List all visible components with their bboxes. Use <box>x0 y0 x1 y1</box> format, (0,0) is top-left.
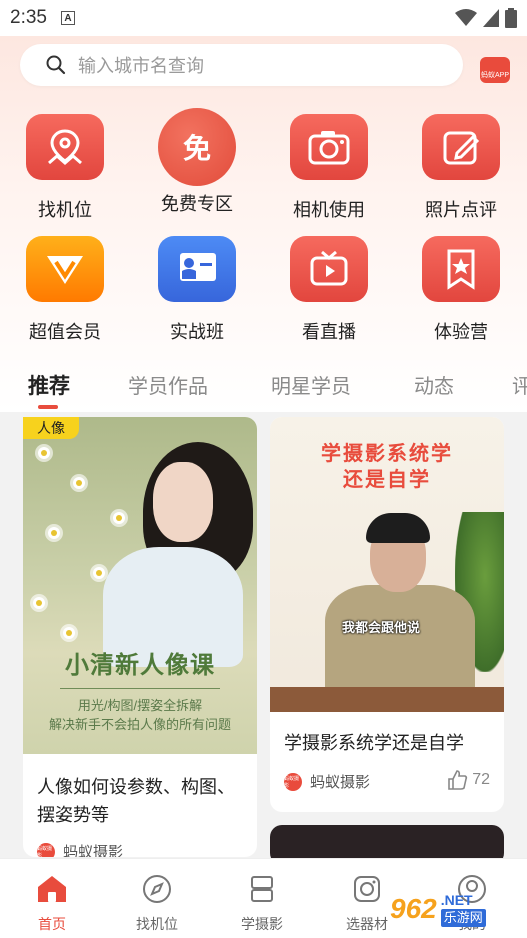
grid-label: 实战班 <box>170 322 224 342</box>
brand-logo[interactable]: 蚂蚁APP <box>480 57 510 83</box>
bookmark-star-icon <box>422 236 500 302</box>
battery-icon <box>505 8 517 28</box>
tab-updates[interactable]: 动态 <box>414 370 454 399</box>
video-cover-image: 学摄影系统学 还是自学 我都会跟他说 <box>270 417 504 712</box>
watermark-cn: 乐游网 <box>440 909 486 927</box>
status-bar: 2:35 A <box>0 0 527 36</box>
like-count: 72 <box>472 771 490 788</box>
grid-item-photo-review[interactable]: 照片点评 <box>406 114 516 222</box>
nav-learn[interactable]: 学摄影 <box>222 873 302 934</box>
cover-title: 学摄影系统学 <box>321 443 453 465</box>
card-author[interactable]: 蚂蚁摄影 蚂蚁摄影 <box>37 841 123 857</box>
cover-subtitle: 用光/构图/摆姿全拆解 <box>77 698 203 713</box>
watermark-number: 962 <box>390 893 437 924</box>
grid-label: 免费专区 <box>161 194 233 214</box>
map-pin-icon <box>26 114 104 180</box>
nav-label: 找机位 <box>136 916 178 932</box>
signal-icon <box>483 9 499 27</box>
tab-indicator <box>38 405 58 409</box>
status-icons <box>455 8 517 28</box>
author-avatar: 蚂蚁摄影 <box>37 842 55 857</box>
feed-card-portrait-course[interactable]: 小清新人像课 用光/构图/摆姿全拆解 解决新手不会拍人像的所有问题 人像如何设参… <box>23 417 257 857</box>
edit-note-icon <box>422 114 500 180</box>
tab-reviews[interactable]: 评 <box>512 370 527 399</box>
author-avatar: 蚂蚁摄影 <box>284 772 302 791</box>
search-placeholder: 输入城市名查询 <box>78 56 204 76</box>
home-icon <box>38 876 66 902</box>
free-badge-text: 免 <box>182 133 211 164</box>
book-stack-icon <box>251 876 273 902</box>
grid-label: 体验营 <box>434 322 488 342</box>
cover-title: 小清新人像课 <box>65 652 215 679</box>
camera-icon <box>290 114 368 180</box>
author-name: 蚂蚁摄影 <box>63 844 124 857</box>
category-tag: 人像 <box>23 417 79 439</box>
nav-home[interactable]: 首页 <box>12 873 92 934</box>
grid-label: 相机使用 <box>293 200 365 220</box>
free-badge-icon: 免 <box>158 108 236 186</box>
grid-item-practice-class[interactable]: 实战班 <box>142 236 252 344</box>
author-name: 蚂蚁摄影 <box>310 774 371 791</box>
grid-item-live[interactable]: 看直播 <box>274 236 384 344</box>
search-icon <box>46 55 66 75</box>
grid-item-camera-use[interactable]: 相机使用 <box>274 114 384 222</box>
brand-logo-text: 蚂蚁APP <box>480 72 509 79</box>
portrait-cover-image: 小清新人像课 用光/构图/摆姿全拆解 解决新手不会拍人像的所有问题 <box>23 417 257 754</box>
card-author[interactable]: 蚂蚁摄影 蚂蚁摄影 <box>284 771 370 792</box>
wifi-icon <box>455 9 477 26</box>
card-title: 学摄影系统学还是自学 <box>284 733 464 753</box>
nav-label: 学摄影 <box>241 916 283 932</box>
grid-item-free-zone[interactable]: 免 免费专区 <box>142 108 252 216</box>
grid-item-trial-camp[interactable]: 体验营 <box>406 236 516 344</box>
grid-label: 超值会员 <box>29 322 101 342</box>
class-board-icon <box>158 236 236 302</box>
notification-a-icon: A <box>60 11 75 25</box>
like-button[interactable]: 72 <box>446 769 490 791</box>
feed-card-learning-video[interactable]: 学摄影系统学 还是自学 我都会跟他说 学摄影系统学还是自学 蚂蚁摄影 蚂蚁摄影 … <box>270 417 504 812</box>
thumbs-up-icon <box>448 770 468 790</box>
tab-recommend[interactable]: 推荐 <box>28 370 70 400</box>
grid-label: 照片点评 <box>425 200 497 220</box>
watermark-text: .NET 乐游网 <box>440 891 486 927</box>
grid-label: 看直播 <box>302 322 356 342</box>
grid-item-find-spot[interactable]: 找机位 <box>10 114 120 222</box>
video-caption: 我都会跟他说 <box>342 620 421 635</box>
tab-student-works[interactable]: 学员作品 <box>128 370 208 399</box>
cover-title: 还是自学 <box>343 469 431 491</box>
live-tv-icon <box>290 236 368 302</box>
header-background <box>0 36 527 412</box>
grid-label: 找机位 <box>38 200 92 220</box>
status-time: 2:35 <box>10 7 47 28</box>
city-search-input[interactable]: 输入城市名查询 <box>20 44 463 86</box>
cover-subtitle: 解决新手不会拍人像的所有问题 <box>48 717 231 732</box>
card-title: 人像如何设参数、构图、摆姿势等 <box>37 777 235 825</box>
watermark-net: .NET <box>440 892 473 908</box>
nav-label: 首页 <box>38 916 66 932</box>
camera-outline-icon <box>354 876 380 902</box>
vip-diamond-icon <box>26 236 104 302</box>
compass-icon <box>143 875 171 903</box>
divider <box>60 688 220 689</box>
content-tabs: 推荐 学员作品 明星学员 动态 评 <box>0 360 527 412</box>
grid-item-vip[interactable]: 超值会员 <box>10 236 120 344</box>
tab-star-students[interactable]: 明星学员 <box>271 370 351 399</box>
nav-find-spot[interactable]: 找机位 <box>117 873 197 934</box>
site-watermark: 962 .NET 乐游网 <box>390 886 525 932</box>
